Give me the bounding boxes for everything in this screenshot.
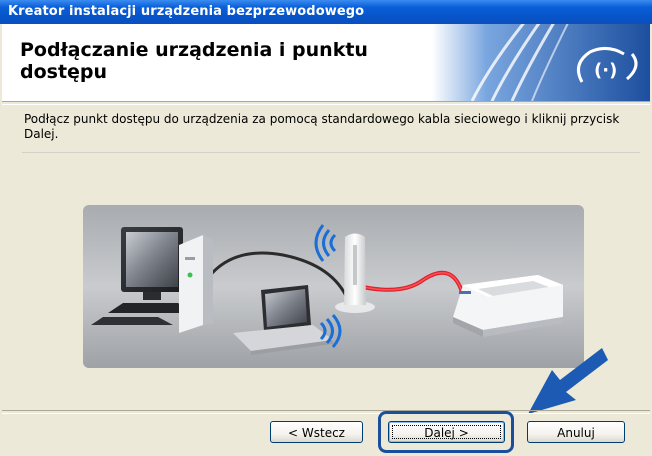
- wireless-banner: (·): [432, 24, 650, 101]
- content-divider: [22, 152, 640, 153]
- window-title: Kreator instalacji urządzenia bezprzewod…: [8, 4, 365, 19]
- cancel-button[interactable]: Anuluj: [527, 421, 625, 443]
- next-button[interactable]: Dalej >: [388, 421, 505, 443]
- computer-tower-icon: [179, 235, 213, 333]
- page-title: Podłączanie urządzenia i punktu dostępu: [20, 39, 368, 83]
- footer-divider: [2, 410, 650, 414]
- title-bar[interactable]: Kreator instalacji urządzenia bezprzewod…: [0, 0, 652, 24]
- back-button[interactable]: < Wstecz: [270, 421, 363, 443]
- connection-illustration: [83, 205, 584, 368]
- wizard-window: Kreator instalacji urządzenia bezprzewod…: [0, 0, 652, 456]
- arrow-pointer-icon: [528, 348, 608, 414]
- header-divider: [2, 101, 650, 105]
- wizard-header: Podłączanie urządzenia i punktu dostępu …: [2, 24, 650, 101]
- svg-text:(·): (·): [594, 60, 617, 81]
- focus-outline: [392, 425, 501, 439]
- instruction-text: Podłącz punkt dostępu do urządzenia za p…: [24, 112, 620, 141]
